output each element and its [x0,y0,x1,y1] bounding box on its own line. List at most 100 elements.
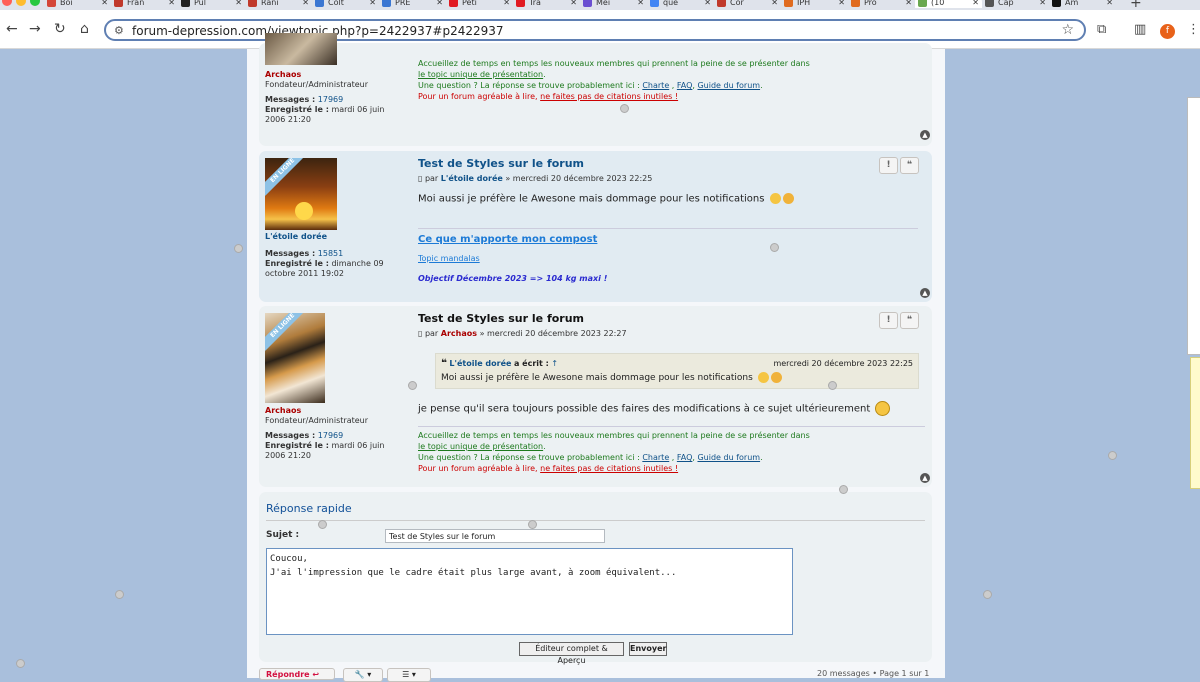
tab-close-icon[interactable]: ✕ [704,0,711,7]
post-content: je pense qu'il sera toujours possible de… [418,401,891,416]
bookmark-star-icon[interactable]: ☆ [1061,22,1074,38]
sig-presentation-link[interactable]: le topic unique de présentation [418,442,543,451]
tab-favicon-icon [315,0,324,7]
full-editor-button[interactable]: Éditeur complet & Aperçu [519,642,624,665]
back-to-top-icon[interactable]: ▲ [920,130,930,140]
post-icon: ▯ [418,174,423,183]
avatar: EN LIGNE [265,158,337,230]
menu-icon[interactable]: ⋮ [1187,22,1200,37]
sig-guide-link[interactable]: Guide du forum [697,453,760,462]
browser-tab[interactable]: Peti ✕ [446,0,513,8]
user-rank: Fondateur/Administrateur [265,80,369,89]
extensions-icon[interactable]: ⧉ [1097,22,1106,37]
tab-close-icon[interactable]: ✕ [235,0,242,7]
username[interactable]: Archaos [265,70,400,80]
tab-close-icon[interactable]: ✕ [905,0,912,7]
sig-charte-link[interactable]: Charte [642,81,669,90]
browser-tab[interactable]: Colt ✕ [312,0,379,8]
browser-tab[interactable]: Am ✕ [1049,0,1116,8]
messages-count[interactable]: 17969 [318,431,343,440]
tab-close-icon[interactable]: ✕ [168,0,175,7]
reload-icon[interactable]: ↻ [54,21,66,37]
report-button[interactable]: ! [879,157,898,174]
post-title[interactable]: Test de Styles sur le forum [418,312,918,325]
browser-tab[interactable]: Boî ✕ [44,0,111,8]
new-tab-button[interactable]: + [1130,0,1142,10]
post-author[interactable]: L'étoile dorée [441,174,503,183]
sig-presentation-link[interactable]: le topic unique de présentation [418,70,543,79]
tab-favicon-icon [851,0,860,7]
post-author[interactable]: Archaos [441,329,477,338]
home-icon[interactable]: ⌂ [80,21,89,37]
tab-close-icon[interactable]: ✕ [369,0,376,7]
messages-count[interactable]: 15851 [318,249,343,258]
signature: Accueillez de temps en temps les nouveau… [418,426,925,474]
minimize-window-button[interactable] [16,0,26,6]
profile-avatar[interactable]: f [1160,24,1175,39]
report-button[interactable]: ! [879,312,898,329]
browser-tab[interactable]: Mei ✕ [580,0,647,8]
quote-button[interactable]: ❝ [900,312,919,329]
sig-citations-link[interactable]: ne faites pas de citations inutiles ! [540,464,678,473]
message-textarea[interactable]: Coucou, J'ai l'impression que le cadre é… [266,548,793,635]
smile-emoji-icon [875,401,891,416]
sig-compost-link[interactable]: Ce que m'apporte mon compost [418,234,918,245]
browser-tab[interactable]: Rani ✕ [245,0,312,8]
side-panel-icon[interactable]: ▥ [1134,22,1146,37]
browser-tab[interactable]: Tra ✕ [513,0,580,8]
browser-tab[interactable]: Cap ✕ [982,0,1049,8]
tab-close-icon[interactable]: ✕ [838,0,845,7]
drag-handle [770,243,779,252]
messages-label: Messages : [265,95,316,104]
messages-count[interactable]: 17969 [318,95,343,104]
browser-tab[interactable]: IPH ✕ [781,0,848,8]
browser-tab[interactable]: (10 ✕ [915,0,982,8]
tab-close-icon[interactable]: ✕ [1106,0,1113,7]
drag-handle [839,485,848,494]
send-button[interactable]: Envoyer [629,642,667,656]
forward-icon[interactable]: → [29,21,41,37]
subject-input[interactable]: Test de Styles sur le forum [385,529,605,543]
quote-author[interactable]: L'étoile dorée [449,359,511,368]
tab-close-icon[interactable]: ✕ [637,0,644,7]
browser-tab[interactable]: Cor ✕ [714,0,781,8]
username[interactable]: Archaos [265,406,400,416]
maximize-window-button[interactable] [30,0,40,6]
tab-close-icon[interactable]: ✕ [771,0,778,7]
reply-button[interactable]: Répondre ↩ [259,668,335,680]
close-window-button[interactable] [2,0,12,6]
tab-title: que [663,0,679,7]
tab-close-icon[interactable]: ✕ [1039,0,1046,7]
browser-tab[interactable]: que ✕ [647,0,714,8]
sig-faq-link[interactable]: FAQ [677,453,693,462]
browser-tab[interactable]: Pul ✕ [178,0,245,8]
tab-favicon-icon [1052,0,1061,7]
post-meta: ▯ par Archaos » mercredi 20 décembre 202… [418,329,918,338]
sig-faq-link[interactable]: FAQ [677,81,693,90]
sig-charte-link[interactable]: Charte [642,453,669,462]
browser-tab[interactable]: Pro ✕ [848,0,915,8]
tab-close-icon[interactable]: ✕ [302,0,309,7]
tab-close-icon[interactable]: ✕ [503,0,510,7]
sig-mandalas-link[interactable]: Topic mandalas [418,254,918,263]
quote-source-icon[interactable]: ↑ [551,359,558,368]
browser-tab[interactable]: Fran ✕ [111,0,178,8]
tab-title: Cor [730,0,744,7]
browser-tab[interactable]: PRE ✕ [379,0,446,8]
back-to-top-icon[interactable]: ▲ [920,288,930,298]
back-to-top-icon[interactable]: ▲ [920,473,930,483]
sig-citations-link[interactable]: ne faites pas de citations inutiles ! [540,92,678,101]
back-icon[interactable]: ← [6,21,18,37]
tab-close-icon[interactable]: ✕ [101,0,108,7]
site-info-icon[interactable]: ⚙ [114,24,124,37]
tab-close-icon[interactable]: ✕ [972,0,979,7]
tab-close-icon[interactable]: ✕ [436,0,443,7]
quote-button[interactable]: ❝ [900,157,919,174]
sig-guide-link[interactable]: Guide du forum [697,81,760,90]
tools-button[interactable]: 🔧 ▾ [343,668,383,682]
username[interactable]: L'étoile dorée [265,232,400,242]
address-bar[interactable]: ⚙ forum-depression.com/viewtopic.php?p=2… [104,19,1086,41]
sort-button[interactable]: ☰ ▾ [387,668,431,682]
post-title[interactable]: Test de Styles sur le forum [418,157,918,170]
tab-close-icon[interactable]: ✕ [570,0,577,7]
